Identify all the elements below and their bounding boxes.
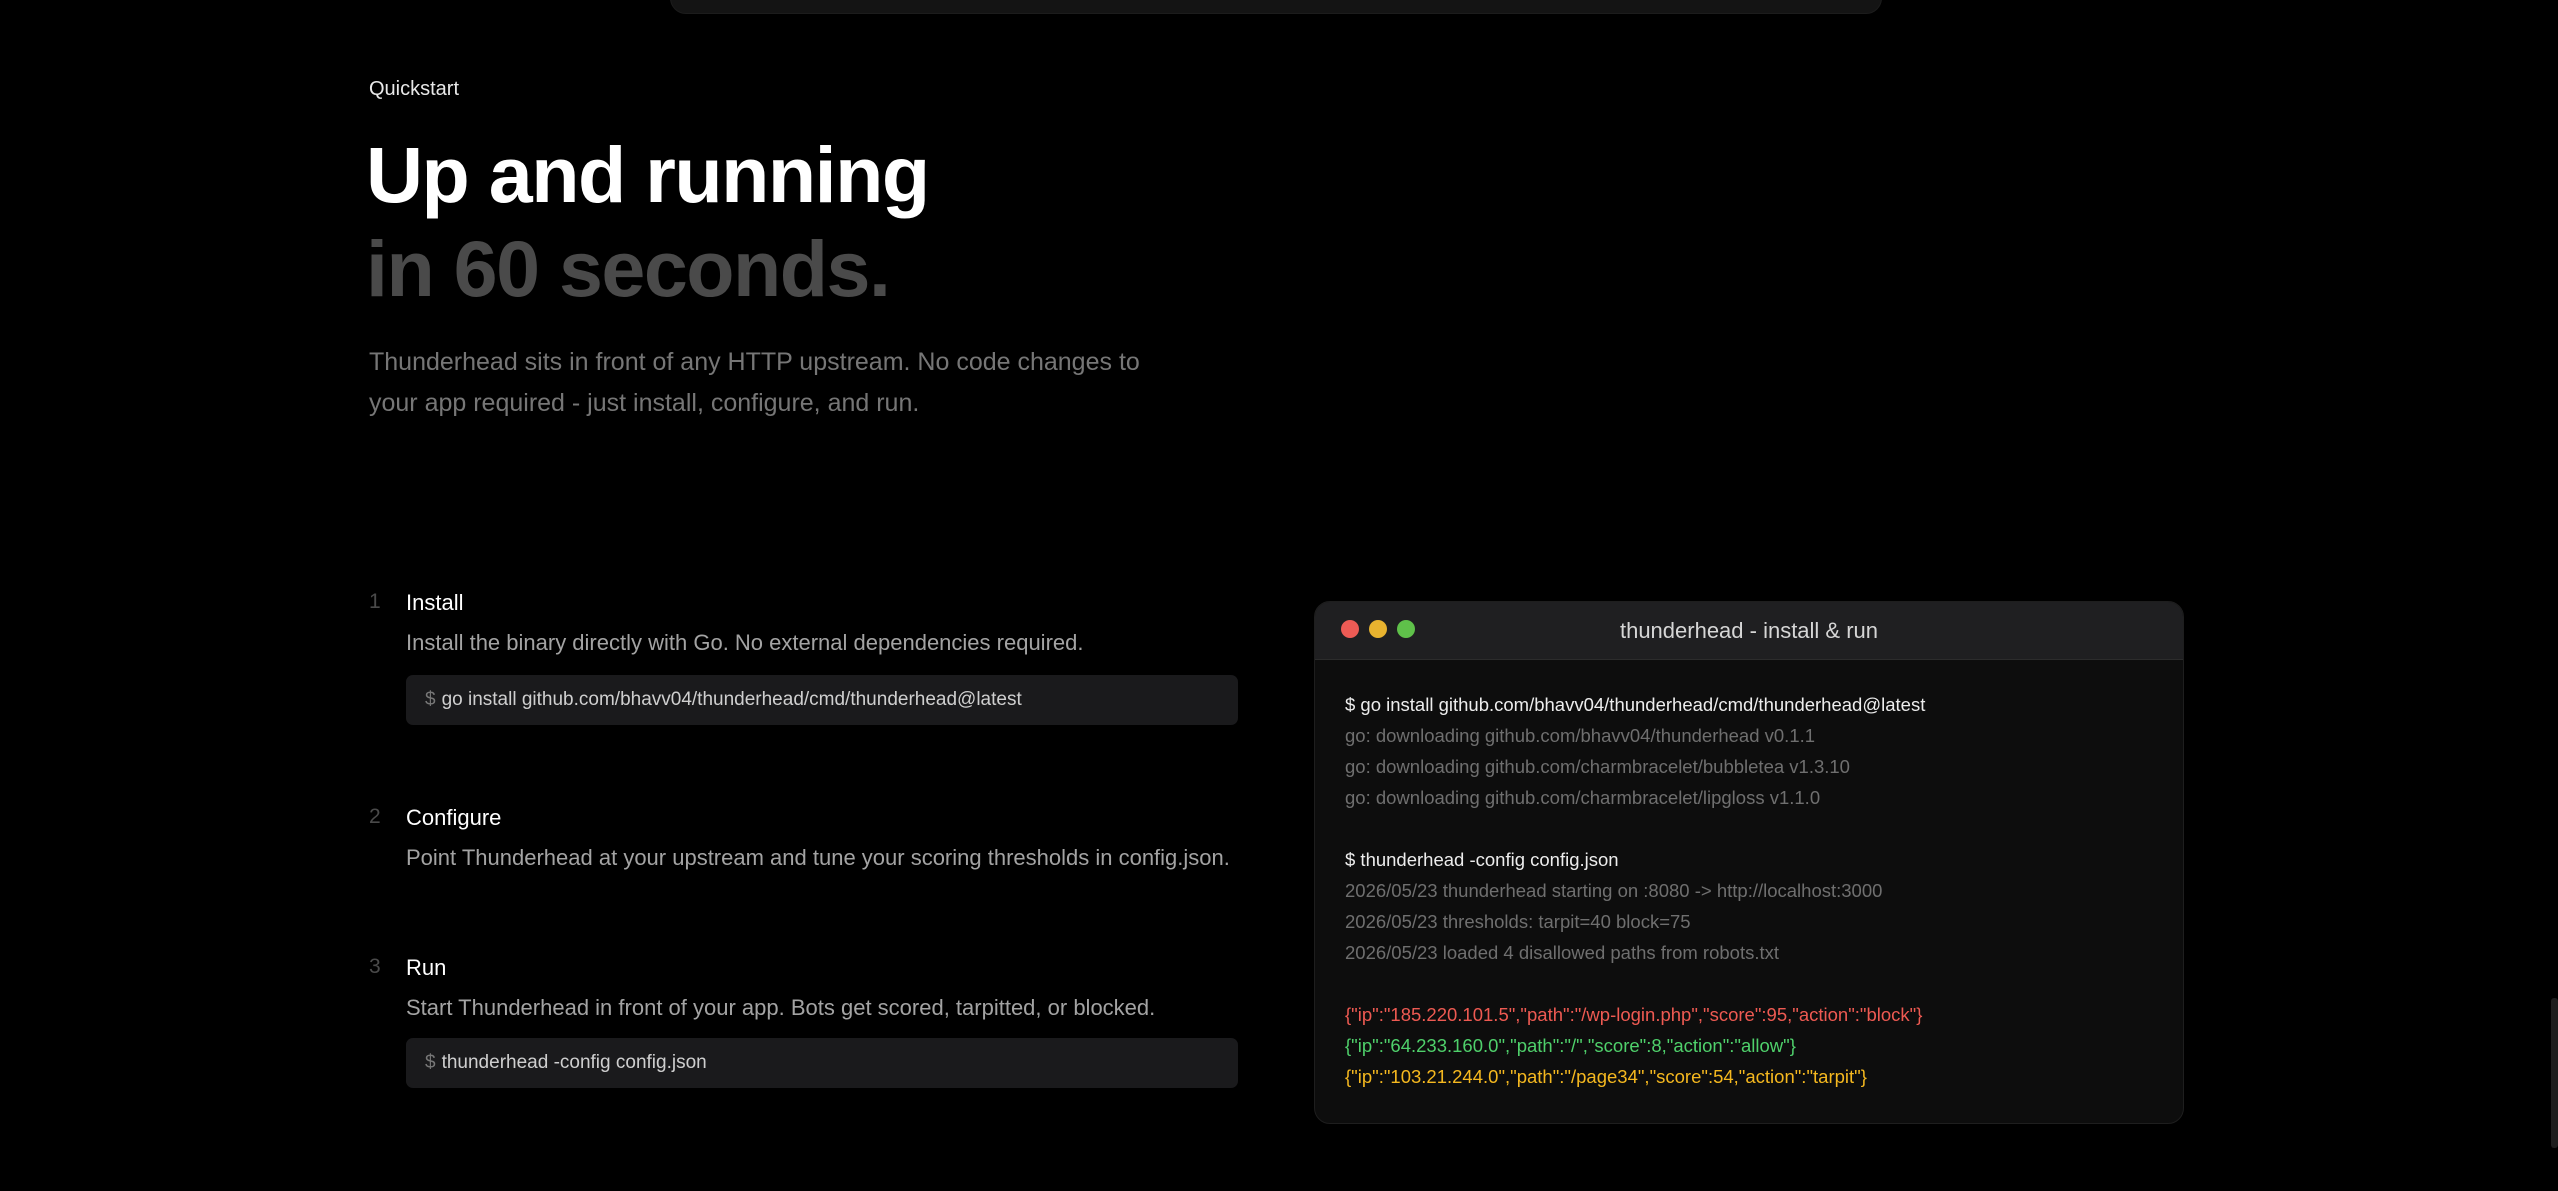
terminal-command-line: $ go install github.com/bhavv04/thunderh… [1345, 694, 1926, 715]
headline-line-secondary: in 60 seconds. [366, 224, 891, 313]
run-command-box[interactable]: $ thunderhead -config config.json [406, 1038, 1238, 1088]
run-command[interactable]: thunderhead -config config.json [442, 1052, 707, 1073]
headline-line-primary: Up and running [366, 130, 930, 219]
terminal-output[interactable]: $ go install github.com/bhavv04/thunderh… [1345, 689, 1925, 1092]
top-nav-bar-edge [670, 0, 1882, 14]
step-description: Start Thunderhead in front of your app. … [406, 995, 1156, 1020]
section-eyebrow: Quickstart [369, 78, 460, 100]
terminal-output-line: go: downloading github.com/charmbracelet… [1345, 756, 1850, 777]
step-title: Configure [406, 805, 502, 830]
step-run: 3 Run Start Thunderhead in front of your… [369, 955, 1239, 1095]
quickstart-page: Quickstart Up and running in 60 seconds.… [0, 0, 2558, 1191]
log-line-block: {"ip":"185.220.101.5","path":"/wp-login.… [1345, 1004, 1923, 1025]
step-title: Install [406, 590, 464, 615]
section-headline: Up and running in 60 seconds. [366, 128, 930, 316]
step-configure: 2 Configure Point Thunderhead at your up… [369, 805, 1239, 885]
terminal-output-line: 2026/05/23 thresholds: tarpit=40 block=7… [1345, 911, 1691, 932]
install-command-box[interactable]: $ go install github.com/bhavv04/thunderhe… [406, 675, 1238, 725]
step-number: 2 [369, 805, 381, 828]
log-line-allow: {"ip":"64.233.160.0","path":"/","score":… [1345, 1035, 1796, 1056]
terminal-window: thunderhead - install & run $ go install… [1314, 601, 2184, 1124]
terminal-output-line: 2026/05/23 thunderhead starting on :8080… [1345, 880, 1883, 901]
step-number: 3 [369, 955, 381, 978]
page-scrollbar-thumb[interactable] [2551, 998, 2558, 1148]
install-command[interactable]: go install github.com/bhavv04/thunderhea… [442, 689, 1022, 710]
step-install: 1 Install Install the binary directly wi… [369, 590, 1239, 730]
terminal-output-line: 2026/05/23 loaded 4 disallowed paths fro… [1345, 942, 1780, 963]
step-number: 1 [369, 590, 381, 613]
terminal-title: thunderhead - install & run [1619, 618, 1879, 643]
terminal-output-line: go: downloading github.com/bhavv04/thund… [1345, 725, 1816, 746]
section-description: Thunderhead sits in front of any HTTP up… [369, 348, 1140, 417]
terminal-title-bar: thunderhead - install & run [1315, 602, 2183, 660]
command-prompt: $ [425, 1052, 436, 1073]
step-title: Run [406, 955, 447, 980]
terminal-output-line: go: downloading github.com/charmbracelet… [1345, 787, 1821, 808]
step-description: Point Thunderhead at your upstream and t… [406, 845, 1230, 870]
log-line-tarpit: {"ip":"103.21.244.0","path":"/page34","s… [1345, 1066, 1867, 1087]
command-prompt: $ [425, 689, 436, 710]
step-description: Install the binary directly with Go. No … [406, 630, 1084, 655]
terminal-command-line: $ thunderhead -config config.json [1345, 849, 1619, 870]
